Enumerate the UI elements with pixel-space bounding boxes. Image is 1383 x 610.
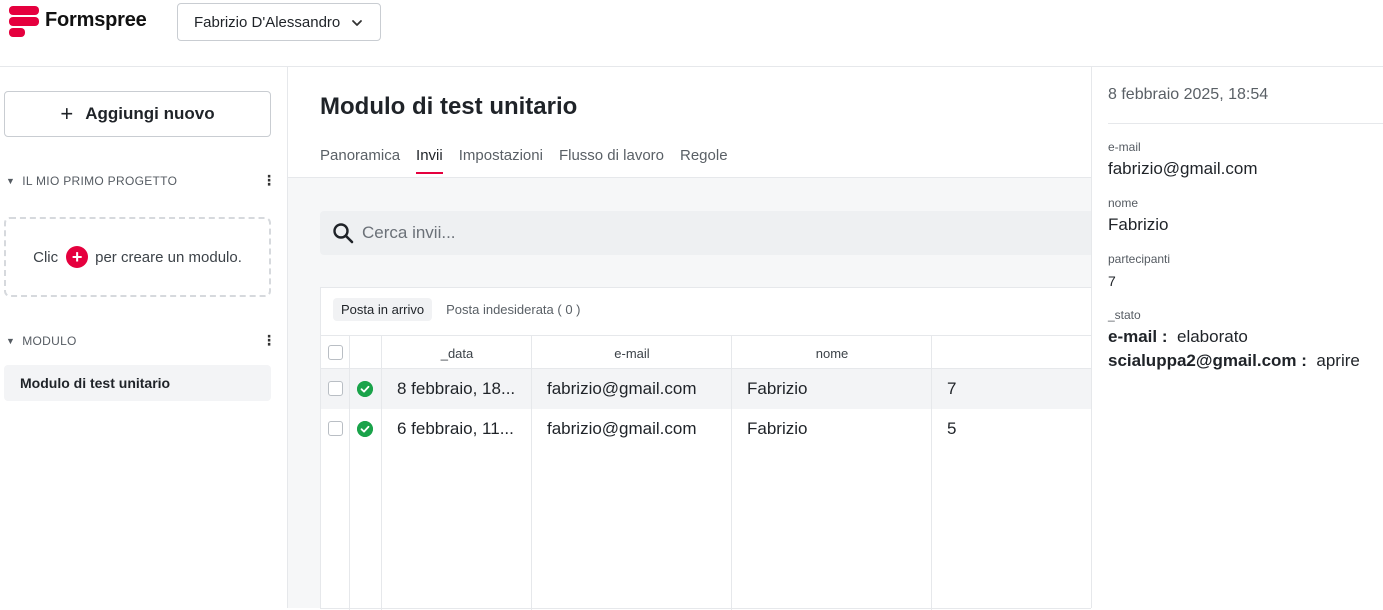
empty-text-after: per creare un modulo. [95,248,242,266]
top-bar: Formspree Fabrizio D'Alessandro [0,0,1383,67]
submissions-area: Posta in arrivo Posta indesiderata ( 0 )… [288,177,1091,610]
status-key: e-mail : [1108,327,1168,346]
collapse-triangle-icon[interactable]: ▼ [6,336,15,346]
status-key: scialuppa2@gmail.com : [1108,351,1307,370]
status-value: elaborato [1176,327,1248,346]
submissions-table-card: Posta in arrivo Posta indesiderata ( 0 )… [320,287,1091,610]
field-label-email: e-mail [1108,140,1141,154]
column-header-email[interactable]: e-mail [532,336,732,370]
status-value: aprire [1316,351,1360,370]
column-divider [382,335,532,610]
search-icon [333,223,354,244]
search-bar[interactable] [320,211,1091,255]
field-label-name: nome [1108,196,1139,210]
empty-project-placeholder: Clic + per creare un modulo. [4,217,271,297]
form-section-title: MODULO [22,334,77,348]
search-input[interactable] [362,211,1062,255]
empty-text-before: Clic [33,248,59,266]
account-selector[interactable]: Fabrizio D'Alessandro [177,3,381,41]
kebab-menu-icon[interactable]: ⋮ [262,333,276,347]
cell-participants: 5 [947,419,957,438]
main-content: Modulo di test unitario Panoramica Invii… [288,67,1091,610]
column-divider [350,335,382,610]
submission-detail-panel: 8 febbraio 2025, 18:54 e-mail fabrizio@g… [1091,67,1383,608]
inbox-subtabs: Posta in arrivo Posta indesiderata ( 0 ) [333,298,589,321]
create-form-plus-icon[interactable]: + [66,246,89,268]
project-section-header[interactable]: ▼ IL MIO PRIMO PROGETTO ⋮ [6,171,276,191]
brand-name[interactable]: Formspree [45,9,147,32]
tab-overview[interactable]: Panoramica [320,147,400,174]
form-section-header[interactable]: ▼ MODULO ⋮ [6,331,276,351]
page-title: Modulo di test unitario [320,93,578,120]
column-header-date[interactable]: _data [382,336,532,370]
field-label-status: _stato [1108,308,1141,322]
field-value-participants: 7 [1108,273,1116,289]
add-new-button[interactable]: + Aggiungi nuovo [4,91,271,137]
chevron-down-icon [352,20,362,26]
subtab-inbox[interactable]: Posta in arrivo [333,298,433,321]
column-divider [321,335,350,610]
add-new-label: Aggiungi nuovo [85,104,215,123]
status-line: e-mail : elaborato [1108,327,1248,347]
field-value-email: fabrizio@gmail.com [1108,159,1258,178]
table-header: _data e-mail nome [321,335,1091,369]
field-label-participants: partecipanti [1108,252,1171,266]
column-divider [532,335,732,610]
submissions-table: 8 febbraio, 18... fabrizio@gmail.com Fab… [321,335,1091,610]
tab-submissions[interactable]: Invii [416,147,443,174]
kebab-menu-icon[interactable]: ⋮ [262,173,276,187]
tab-bar: Panoramica Invii Impostazioni Flusso di … [320,147,728,174]
status-line: scialuppa2@gmail.com : aprire [1108,351,1360,371]
select-all-checkbox[interactable] [328,345,343,360]
sidebar: + Aggiungi nuovo ▼ IL MIO PRIMO PROGETTO… [0,67,288,608]
divider [1108,123,1383,124]
column-header-name[interactable]: nome [732,336,932,370]
tab-workflow[interactable]: Flusso di lavoro [559,147,664,174]
tab-rules[interactable]: Regole [680,147,728,174]
plus-icon: + [60,101,74,126]
collapse-triangle-icon[interactable]: ▼ [6,176,15,186]
tab-settings[interactable]: Impostazioni [459,147,543,174]
field-value-name: Fabrizio [1108,215,1169,234]
column-divider [732,335,932,610]
submission-date: 8 febbraio 2025, 18:54 [1108,86,1269,103]
formspree-logo-icon[interactable] [9,6,39,38]
account-name: Fabrizio D'Alessandro [194,13,341,31]
project-section-title: IL MIO PRIMO PROGETTO [22,174,178,188]
sidebar-item-form[interactable]: Modulo di test unitario [4,365,271,401]
subtab-spam[interactable]: Posta indesiderata ( 0 ) [438,298,588,321]
cell-participants: 7 [947,379,957,398]
